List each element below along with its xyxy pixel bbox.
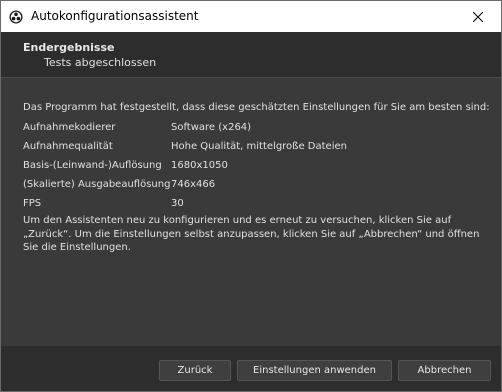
window-title: Autokonfigurationsassistent [31,9,199,23]
page-header: Endergebnisse Tests abgeschlossen [1,32,501,74]
setting-value: 1680x1050 [171,160,228,171]
results-intro: Das Programm hat festgestellt, dass dies… [23,102,490,113]
apply-settings-button[interactable]: Einstellungen anwenden [237,360,392,381]
page-title: Endergebnisse [23,41,115,54]
setting-value: 746x466 [171,179,216,190]
obs-logo-icon [9,9,23,24]
setting-label: Aufnahmequalität [23,141,113,152]
autoconfig-dialog: Autokonfigurationsassistent Endergebniss… [0,0,502,392]
instructions-note: Um den Assistenten neu zu konfigurieren … [23,215,480,253]
setting-label: Basis-(Leinwand-)Auflösung [23,160,162,171]
setting-value: Software (x264) [171,122,252,133]
cancel-button[interactable]: Abbrechen [398,360,491,381]
setting-label: FPS [23,198,42,209]
close-button[interactable] [455,1,501,32]
results-panel: Das Programm hat festgestellt, dass dies… [1,77,501,346]
page-subtitle: Tests abgeschlossen [44,56,157,69]
title-bar: Autokonfigurationsassistent [1,1,501,32]
setting-value: 30 [171,198,184,209]
setting-label: Aufnahmekodierer [23,122,116,133]
setting-value: Hohe Qualität, mittelgroße Dateien [171,141,347,152]
setting-label: (Skalierte) Ausgabeauflösung [23,179,171,190]
close-icon [473,11,483,22]
back-button[interactable]: Zurück [159,360,231,381]
